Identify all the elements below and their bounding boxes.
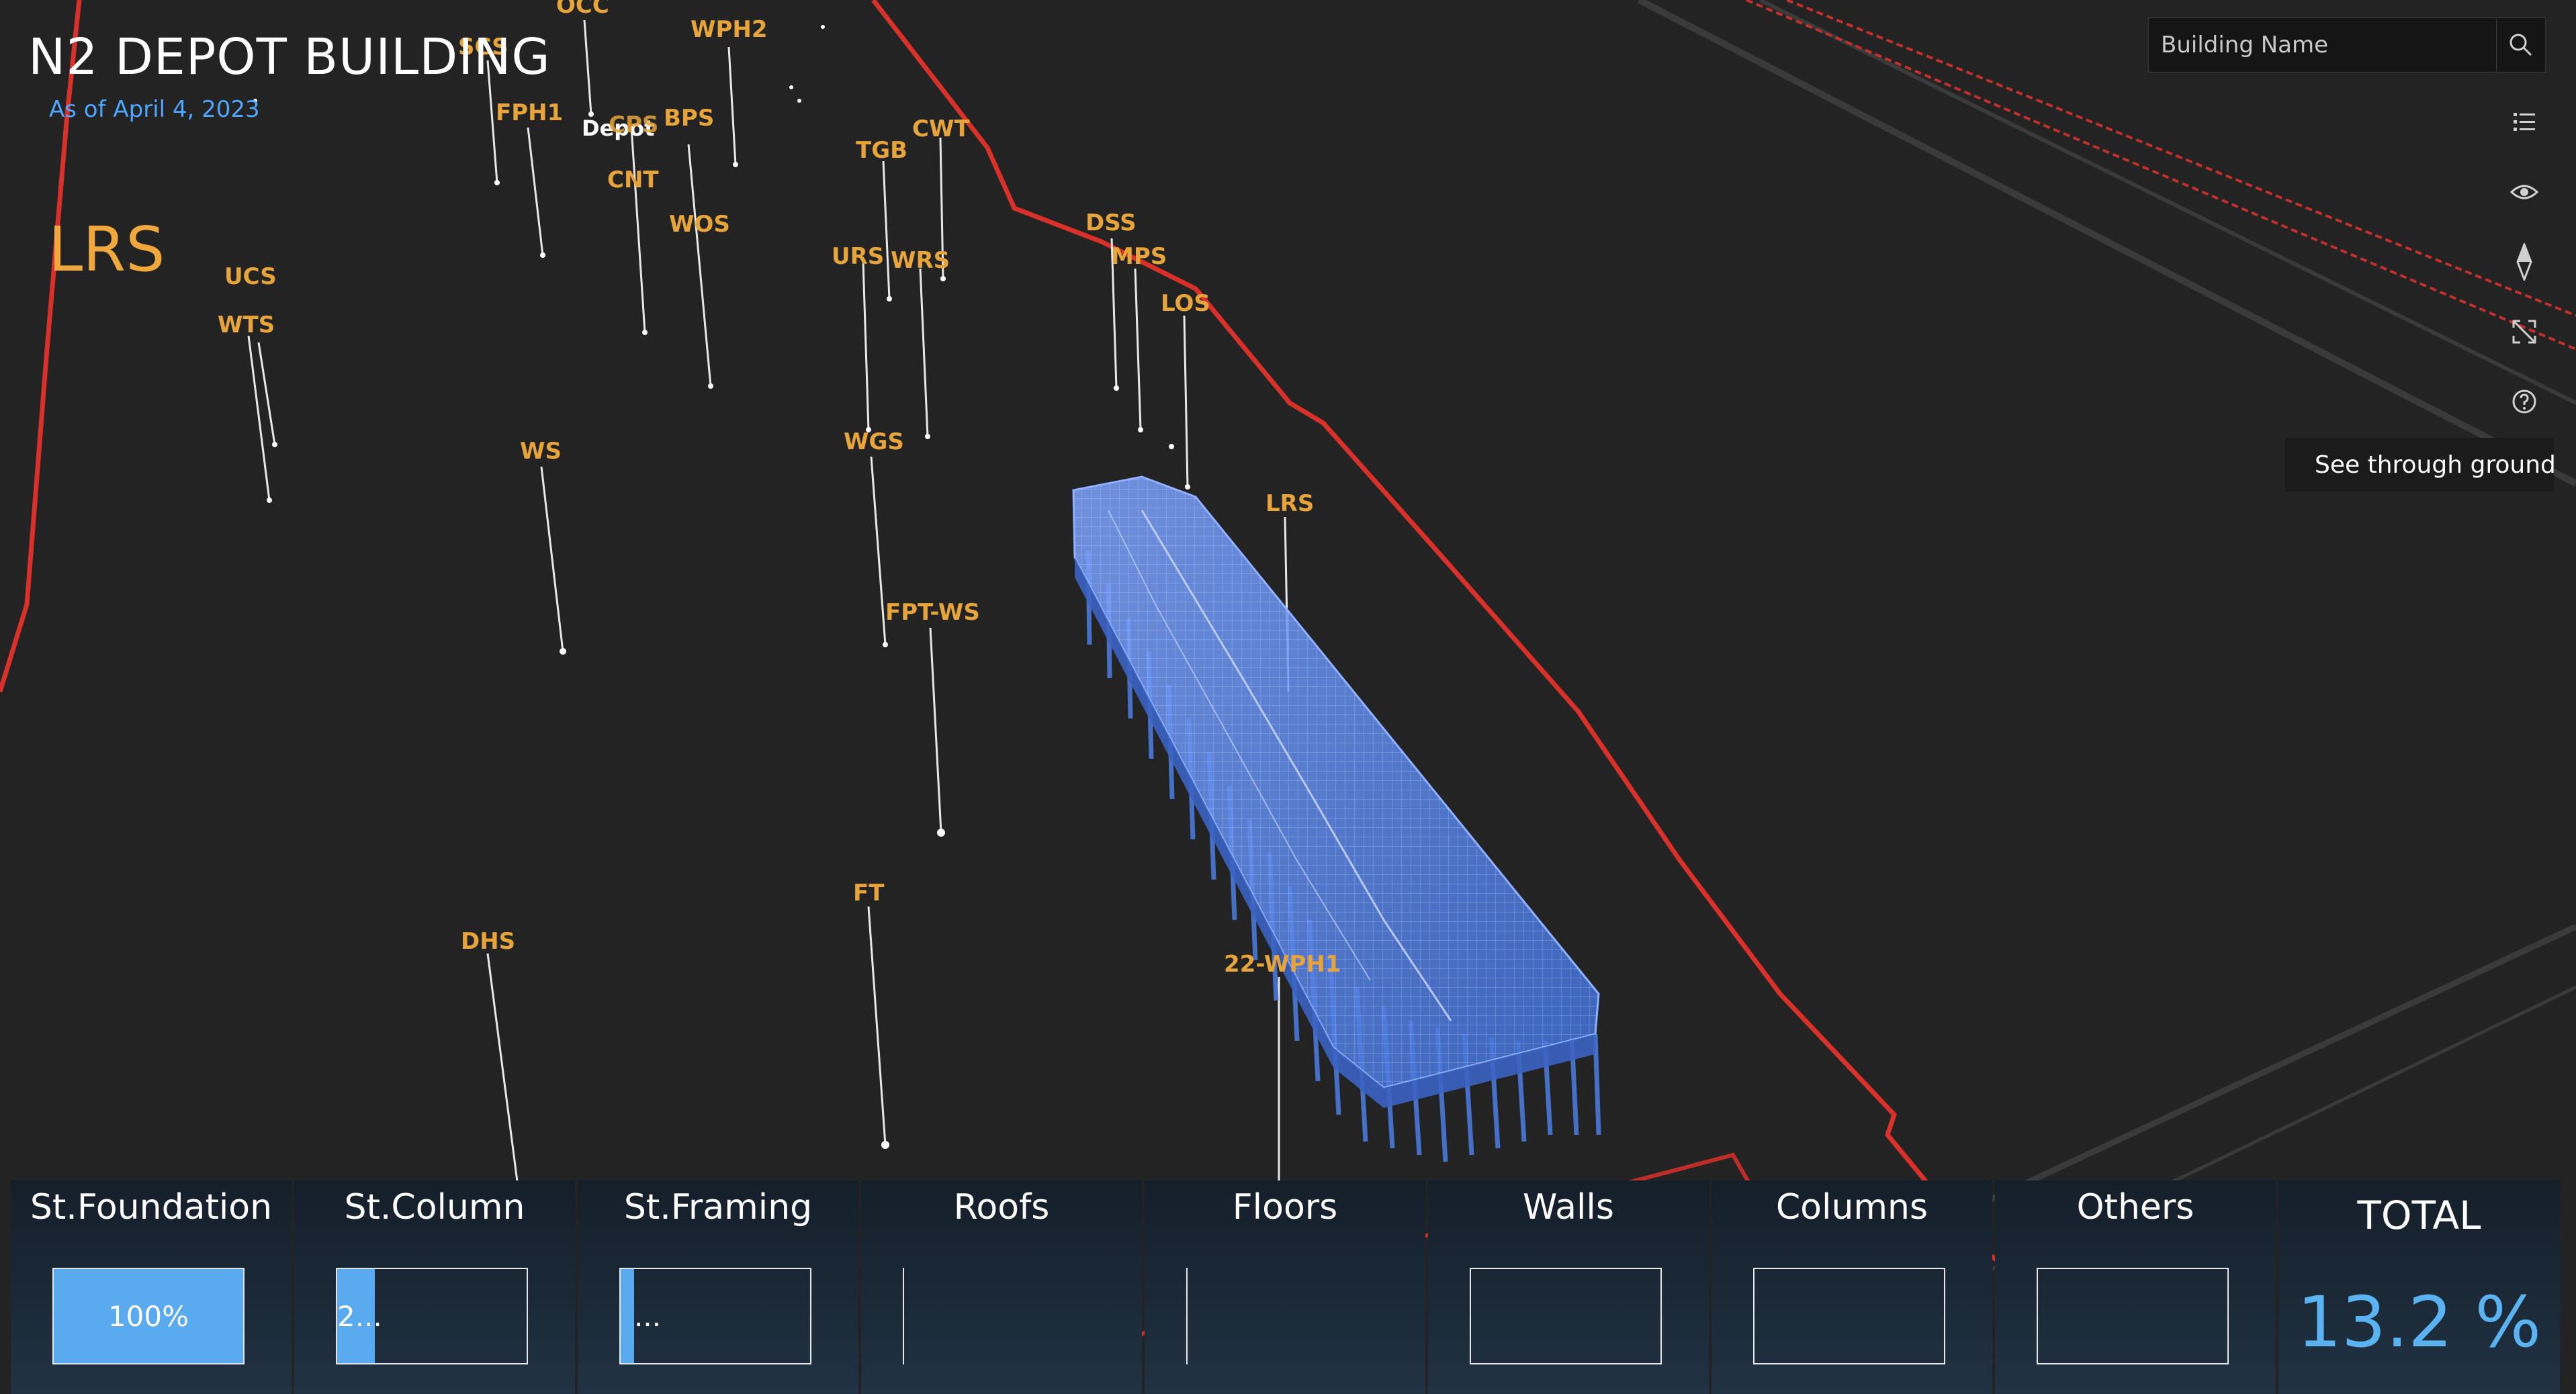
progress-bar: 2... <box>336 1268 528 1364</box>
map-label-22-wph1[interactable]: 22-WPH1 <box>1224 951 1341 978</box>
category-label: Walls <box>1523 1187 1614 1227</box>
as-of-date: As of April 4, 2023 <box>49 96 260 123</box>
map-label-wgs[interactable]: WGS <box>844 428 904 455</box>
category-label: St.Framing <box>623 1187 813 1227</box>
help-icon <box>2512 389 2536 414</box>
map-label-tgb[interactable]: TGB <box>856 137 907 164</box>
progress-bar <box>2037 1268 2229 1364</box>
selected-building-label: LRS <box>48 214 165 285</box>
map-label-ucs[interactable]: UCS <box>224 263 277 290</box>
progress-roofs[interactable]: Roofs <box>861 1180 1142 1394</box>
progress-bar <box>1753 1268 1945 1364</box>
map-label-cwt[interactable]: CWT <box>912 115 970 142</box>
visibility-button[interactable] <box>2497 157 2551 227</box>
category-label: Others <box>2076 1187 2194 1227</box>
progress-bar <box>903 1268 904 1364</box>
map-label-lrs[interactable]: LRS <box>1265 490 1314 517</box>
road-lines <box>1637 0 2576 1318</box>
progress-st-column[interactable]: St.Column 2... <box>294 1180 575 1394</box>
map-label-occ[interactable]: OCC <box>556 0 609 19</box>
map-label-wts[interactable]: WTS <box>218 312 275 338</box>
fullscreen-icon <box>2512 320 2536 344</box>
map-label-ws[interactable]: WS <box>520 438 562 465</box>
progress-bar: ... <box>619 1268 811 1364</box>
map-label-wrs[interactable]: WRS <box>891 247 950 274</box>
see-through-ground-label: See through ground <box>2315 451 2556 479</box>
help-button[interactable] <box>2497 367 2551 436</box>
map-label-ft[interactable]: FT <box>853 880 884 907</box>
map-label-dhs[interactable]: DHS <box>461 928 515 955</box>
map-label-los[interactable]: LOS <box>1161 290 1210 317</box>
leader-endpoints <box>253 25 1190 1205</box>
building-search <box>2148 17 2546 73</box>
progress-walls[interactable]: Walls <box>1428 1180 1709 1394</box>
map-label-bps[interactable]: BPS <box>664 105 714 132</box>
search-button[interactable] <box>2496 18 2545 72</box>
map-label-dss[interactable]: DSS <box>1085 210 1137 236</box>
progress-st-foundation[interactable]: St.Foundation 100% <box>11 1180 292 1394</box>
map-label-wph2[interactable]: WPH2 <box>691 16 768 43</box>
progress-value: 100% <box>107 1299 189 1333</box>
total-label: TOTAL <box>2357 1193 2481 1238</box>
search-input[interactable] <box>2149 18 2498 72</box>
map-label-mps[interactable]: MPS <box>1111 243 1167 270</box>
category-label: Floors <box>1232 1187 1338 1227</box>
map-label-fpt-ws[interactable]: FPT-WS <box>885 599 980 626</box>
progress-st-framing[interactable]: St.Framing ... <box>578 1180 858 1394</box>
progress-bar: 100% <box>52 1268 245 1364</box>
progress-bar <box>1186 1268 1188 1364</box>
map-toolbar <box>2497 87 2551 436</box>
compass-button[interactable] <box>2497 227 2551 297</box>
category-label: Columns <box>1775 1187 1928 1227</box>
progress-floors[interactable]: Floors <box>1145 1180 1425 1394</box>
map-label-urs[interactable]: URS <box>832 243 884 270</box>
progress-bar <box>1470 1268 1662 1364</box>
map-label-cnt[interactable]: CNT <box>607 167 659 193</box>
progress-value: 2... <box>337 1299 382 1333</box>
map-label-wos[interactable]: WOS <box>669 211 730 238</box>
layer-list-button[interactable] <box>2497 87 2551 157</box>
progress-total: TOTAL 13.2 % <box>2278 1180 2560 1394</box>
eye-icon <box>2510 185 2539 199</box>
progress-others[interactable]: Others <box>1995 1180 2276 1394</box>
layer-list-icon <box>2514 113 2535 131</box>
category-label: St.Column <box>344 1187 525 1227</box>
progress-columns[interactable]: Columns <box>1712 1180 1992 1394</box>
total-value: 13.2 % <box>2297 1281 2542 1363</box>
page-title: N2 DEPOT BUILDING <box>28 28 551 86</box>
fullscreen-button[interactable] <box>2497 297 2551 367</box>
progress-panel: St.Foundation 100% St.Column 2... St.Fra… <box>11 1180 2560 1394</box>
category-label: St.Foundation <box>30 1187 273 1227</box>
see-through-ground-toggle[interactable]: See through ground <box>2285 438 2556 492</box>
category-label: Roofs <box>953 1187 1050 1227</box>
compass-icon <box>2516 243 2532 281</box>
depot-building-model[interactable] <box>1072 475 1601 1162</box>
search-icon <box>2510 34 2532 56</box>
map-label-fph1[interactable]: FPH1 <box>496 99 563 126</box>
progress-value: ... <box>634 1299 662 1333</box>
map-label-cps[interactable]: CPS <box>609 111 658 138</box>
